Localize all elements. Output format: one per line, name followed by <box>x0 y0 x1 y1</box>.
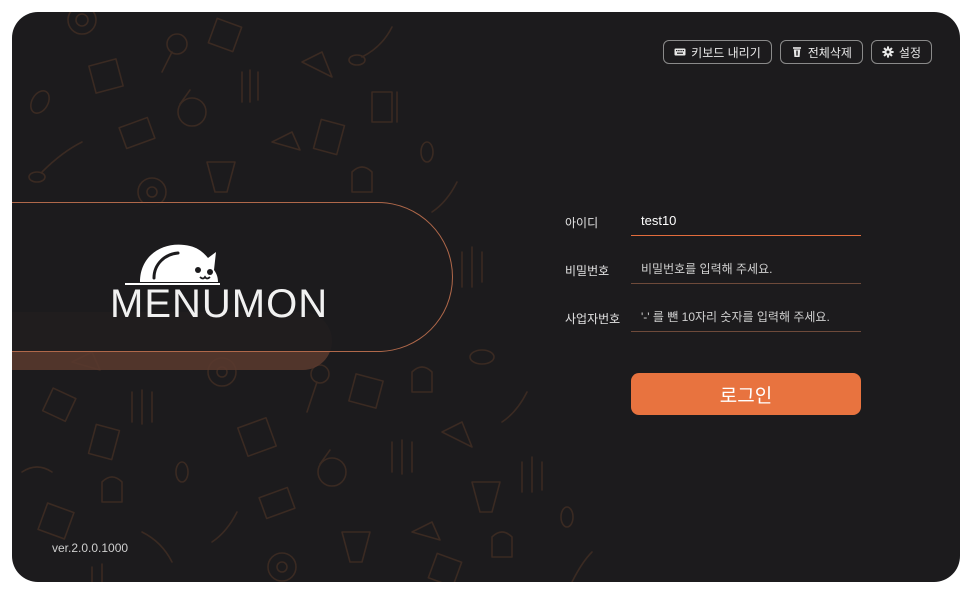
business-number-input[interactable] <box>631 302 861 332</box>
keyboard-hide-button[interactable]: 키보드 내리기 <box>663 40 772 64</box>
business-number-row: 사업자번호 <box>565 302 865 336</box>
app-window: MENUMON ver.2.0.0.1000 <box>12 12 960 582</box>
gear-icon <box>882 46 894 58</box>
password-input[interactable] <box>631 254 861 284</box>
logo-panel <box>12 202 453 352</box>
password-label: 비밀번호 <box>565 264 610 278</box>
keyboard-hide-label: 키보드 내리기 <box>691 45 761 60</box>
clear-all-label: 전체삭제 <box>807 45 852 60</box>
version-label: ver.2.0.0.1000 <box>52 541 129 555</box>
top-toolbar: 키보드 내리기 전체삭제 설정 <box>663 40 932 64</box>
clear-all-button[interactable]: 전체삭제 <box>779 40 863 64</box>
login-button[interactable]: 로그인 <box>631 373 861 415</box>
settings-button[interactable]: 설정 <box>870 40 932 64</box>
business-number-label: 사업자번호 <box>565 312 621 326</box>
id-row: 아이디 <box>565 206 865 240</box>
settings-label: 설정 <box>898 45 921 60</box>
brand-name: MENUMON <box>110 282 329 326</box>
password-row: 비밀번호 <box>565 254 865 288</box>
id-input[interactable] <box>631 206 861 236</box>
id-label: 아이디 <box>565 216 599 230</box>
trash-icon <box>792 47 801 57</box>
menumon-cat-logo-icon <box>125 244 220 285</box>
keyboard-icon <box>674 48 686 56</box>
